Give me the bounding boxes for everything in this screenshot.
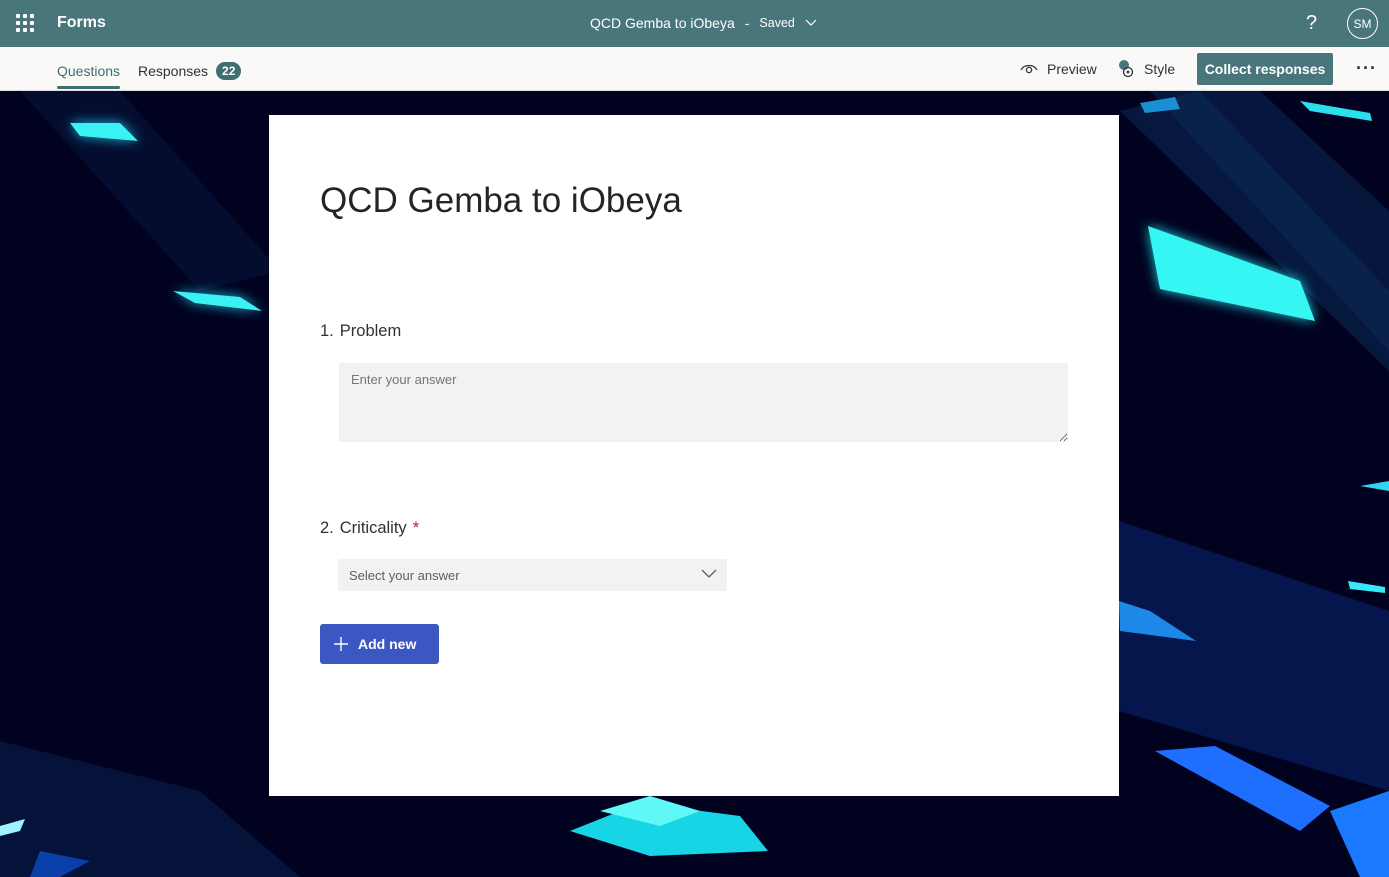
- criticality-dropdown[interactable]: Select your answer: [338, 559, 727, 591]
- add-new-button[interactable]: Add new: [320, 624, 439, 664]
- header-form-title: QCD Gemba to iObeya: [590, 15, 735, 31]
- style-icon: [1119, 60, 1134, 78]
- question-2-number: 2.: [320, 519, 334, 537]
- help-button[interactable]: ?: [1306, 12, 1317, 35]
- question-1-label: Problem: [339, 322, 402, 340]
- command-bar: Questions Responses 22 Preview Style Col…: [0, 47, 1389, 91]
- style-label: Style: [1144, 61, 1176, 77]
- chevron-down-icon: [701, 569, 717, 578]
- criticality-placeholder: Select your answer: [349, 568, 460, 583]
- more-icon[interactable]: ···: [1356, 58, 1377, 79]
- preview-button[interactable]: Preview: [1020, 59, 1097, 79]
- eye-icon: [1020, 64, 1038, 74]
- avatar[interactable]: SM: [1347, 8, 1378, 39]
- app-name[interactable]: Forms: [57, 14, 106, 32]
- problem-answer-field[interactable]: [339, 363, 1068, 442]
- collect-responses-button[interactable]: Collect responses: [1197, 53, 1333, 85]
- preview-label: Preview: [1047, 61, 1097, 77]
- top-header: Forms QCD Gemba to iObeya - Saved ? SM: [0, 0, 1389, 47]
- form-title[interactable]: QCD Gemba to iObeya: [320, 181, 682, 221]
- plus-icon: [334, 637, 348, 651]
- save-status: Saved: [759, 16, 795, 30]
- tab-responses-label: Responses: [138, 63, 209, 79]
- tab-questions-label: Questions: [57, 63, 121, 79]
- question-1-title[interactable]: 1. Problem: [320, 322, 401, 341]
- form-card: QCD Gemba to iObeya 1. Problem 2. Critic…: [269, 115, 1119, 796]
- form-title-menu[interactable]: QCD Gemba to iObeya - Saved: [590, 15, 817, 31]
- question-2-label: Criticality: [339, 519, 407, 537]
- question-2-title[interactable]: 2. Criticality *: [320, 519, 419, 538]
- chevron-down-icon: [805, 19, 817, 26]
- responses-count-badge: 22: [216, 62, 242, 80]
- tab-responses[interactable]: Responses 22: [138, 61, 242, 81]
- required-marker: *: [412, 519, 420, 537]
- style-button[interactable]: Style: [1117, 59, 1175, 79]
- title-separator: -: [744, 15, 750, 31]
- app-launcher-icon[interactable]: [16, 14, 34, 32]
- tab-questions[interactable]: Questions: [57, 61, 121, 89]
- question-1-number: 1.: [320, 322, 334, 340]
- add-new-label: Add new: [358, 636, 417, 652]
